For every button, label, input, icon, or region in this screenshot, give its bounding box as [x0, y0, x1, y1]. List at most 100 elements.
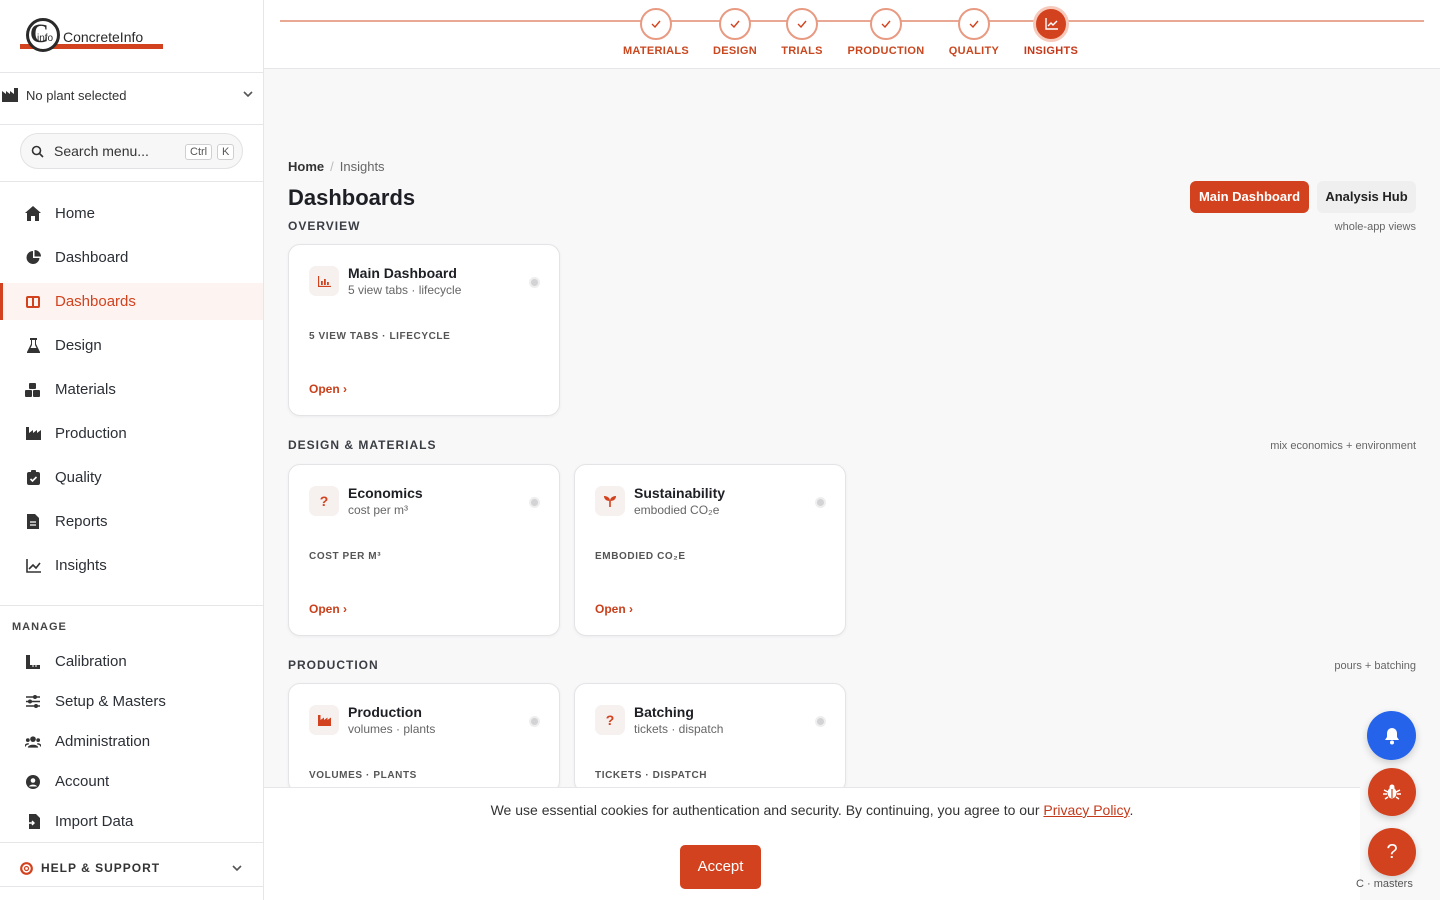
sidebar-item-setup-masters[interactable]: Setup & Masters — [0, 683, 263, 720]
sidebar-item-label: Reports — [55, 513, 108, 530]
sidebar-item-dashboard[interactable]: Dashboard — [0, 239, 263, 276]
accept-cookies-button[interactable]: Accept — [680, 845, 761, 889]
card-title: Economics — [348, 485, 423, 501]
sidebar-item-account[interactable]: Account — [0, 763, 263, 800]
footnote-text: C · masters — [1356, 878, 1413, 890]
privacy-policy-link[interactable]: Privacy Policy — [1043, 802, 1129, 818]
card-main-dashboard[interactable]: Main Dashboard 5 view tabs · lifecycle 5… — [288, 244, 560, 416]
card-economics[interactable]: ? Economics cost per m³ COST PER M³ Open… — [288, 464, 560, 636]
page-title: Dashboards — [288, 185, 416, 210]
cookie-text: We use essential cookies for authenticat… — [490, 802, 1040, 818]
lifebuoy-icon — [20, 861, 33, 875]
sidebar-item-label: Setup & Masters — [55, 693, 166, 710]
sidebar-item-insights[interactable]: Insights — [0, 547, 263, 584]
section-title-design-materials: DESIGN & MATERIALS — [288, 438, 437, 452]
workflow-stepper: MATERIALS DESIGN TRIALS PRODUCTION QUALI… — [264, 0, 1440, 69]
sidebar-item-label: Home — [55, 205, 96, 222]
divider — [0, 886, 264, 887]
sidebar-item-label: Design — [55, 337, 102, 354]
status-dot — [529, 497, 540, 508]
sidebar-item-label: Administration — [55, 733, 151, 750]
open-link[interactable]: Open › — [309, 382, 347, 396]
chevron-down-icon — [243, 91, 253, 98]
search-icon — [31, 145, 44, 158]
sidebar-item-quality[interactable]: Quality — [0, 459, 263, 496]
help-support-toggle[interactable]: HELP & SUPPORT — [0, 853, 263, 883]
step-insights[interactable]: INSIGHTS — [1001, 6, 1101, 57]
open-link[interactable]: Open › — [309, 602, 347, 616]
users-icon — [25, 734, 41, 750]
sidebar-item-dashboards[interactable]: Dashboards — [0, 283, 263, 320]
sidebar-item-design[interactable]: Design — [0, 327, 263, 364]
card-batching[interactable]: ? Batching tickets · dispatch TICKETS · … — [574, 683, 846, 793]
plant-selector[interactable]: No plant selected — [0, 80, 264, 110]
clipboard-check-icon — [25, 470, 41, 486]
bell-icon — [1384, 727, 1399, 744]
line-chart-icon — [1033, 6, 1069, 42]
card-subtitle: tickets · dispatch — [634, 722, 724, 736]
flask-icon — [25, 338, 41, 354]
card-tag: COST PER M³ — [309, 551, 382, 562]
card-production[interactable]: Production volumes · plants VOLUMES · PL… — [288, 683, 560, 793]
sidebar-item-import-data[interactable]: Import Data — [0, 803, 263, 840]
analysis-hub-button[interactable]: Analysis Hub — [1317, 181, 1416, 213]
open-link[interactable]: Open › — [595, 602, 633, 616]
main-dashboard-button[interactable]: Main Dashboard — [1190, 181, 1309, 213]
sidebar-item-production[interactable]: Production — [0, 415, 263, 452]
divider — [0, 181, 264, 182]
card-tag: EMBODIED CO₂E — [595, 551, 686, 562]
sidebar-item-label: Dashboards — [55, 293, 136, 310]
line-chart-icon — [25, 558, 41, 574]
card-subtitle: embodied CO₂e — [634, 503, 720, 517]
divider — [0, 605, 264, 606]
card-subtitle: cost per m³ — [348, 503, 409, 517]
search-placeholder: Search menu... — [54, 143, 149, 159]
pie-chart-icon — [25, 250, 41, 266]
card-subtitle: 5 view tabs · lifecycle — [348, 283, 462, 297]
card-title: Batching — [634, 704, 694, 720]
breadcrumb-current: Insights — [339, 159, 385, 174]
help-button[interactable]: ? — [1368, 828, 1416, 876]
columns-icon — [25, 294, 41, 310]
breadcrumb-home[interactable]: Home — [288, 159, 324, 174]
file-import-icon — [25, 814, 41, 830]
sidebar-item-label: Dashboard — [55, 249, 129, 266]
app-logo[interactable]: C info ConcreteInfo — [20, 18, 164, 52]
logo-small-text: info — [37, 33, 54, 44]
sidebar-item-reports[interactable]: Reports — [0, 503, 263, 540]
help-support-label: HELP & SUPPORT — [41, 861, 161, 875]
shortcut-ctrl: Ctrl — [185, 144, 213, 160]
factory-icon — [2, 88, 18, 102]
sliders-icon — [25, 694, 41, 710]
cookie-banner: We use essential cookies for authenticat… — [264, 787, 1360, 900]
step-label: PRODUCTION — [847, 45, 925, 57]
status-dot — [529, 716, 540, 727]
document-icon — [25, 514, 41, 530]
card-tag: 5 VIEW TABS · LIFECYCLE — [309, 331, 451, 342]
section-note-overview: whole-app views — [1334, 221, 1416, 233]
question-icon: ? — [309, 486, 339, 516]
sidebar-item-home[interactable]: Home — [0, 195, 263, 232]
notifications-button[interactable] — [1367, 711, 1416, 760]
card-sustainability[interactable]: Sustainability embodied CO₂e EMBODIED CO… — [574, 464, 846, 636]
shortcut-k: K — [217, 144, 235, 160]
step-production[interactable]: PRODUCTION — [836, 8, 936, 57]
chevron-down-icon — [232, 865, 242, 872]
sidebar-item-label: Materials — [55, 381, 116, 398]
search-input[interactable]: Search menu... Ctrl K — [20, 133, 243, 169]
check-icon — [786, 8, 818, 40]
sidebar-item-administration[interactable]: Administration — [0, 723, 263, 760]
manage-section-label: MANAGE — [12, 621, 67, 633]
report-bug-button[interactable] — [1368, 768, 1416, 816]
step-label: INSIGHTS — [1023, 45, 1079, 57]
seedling-icon — [595, 486, 625, 516]
breadcrumb-separator: / — [330, 159, 334, 174]
logo-name: ConcreteInfo — [63, 29, 144, 45]
sidebar-item-label: Quality — [55, 469, 102, 486]
status-dot — [815, 716, 826, 727]
sidebar-item-materials[interactable]: Materials — [0, 371, 263, 408]
cookie-message: We use essential cookies for authenticat… — [264, 802, 1360, 818]
sidebar-item-label: Import Data — [55, 813, 134, 830]
sidebar-item-label: Calibration — [55, 653, 127, 670]
sidebar-item-calibration[interactable]: Calibration — [0, 643, 263, 680]
